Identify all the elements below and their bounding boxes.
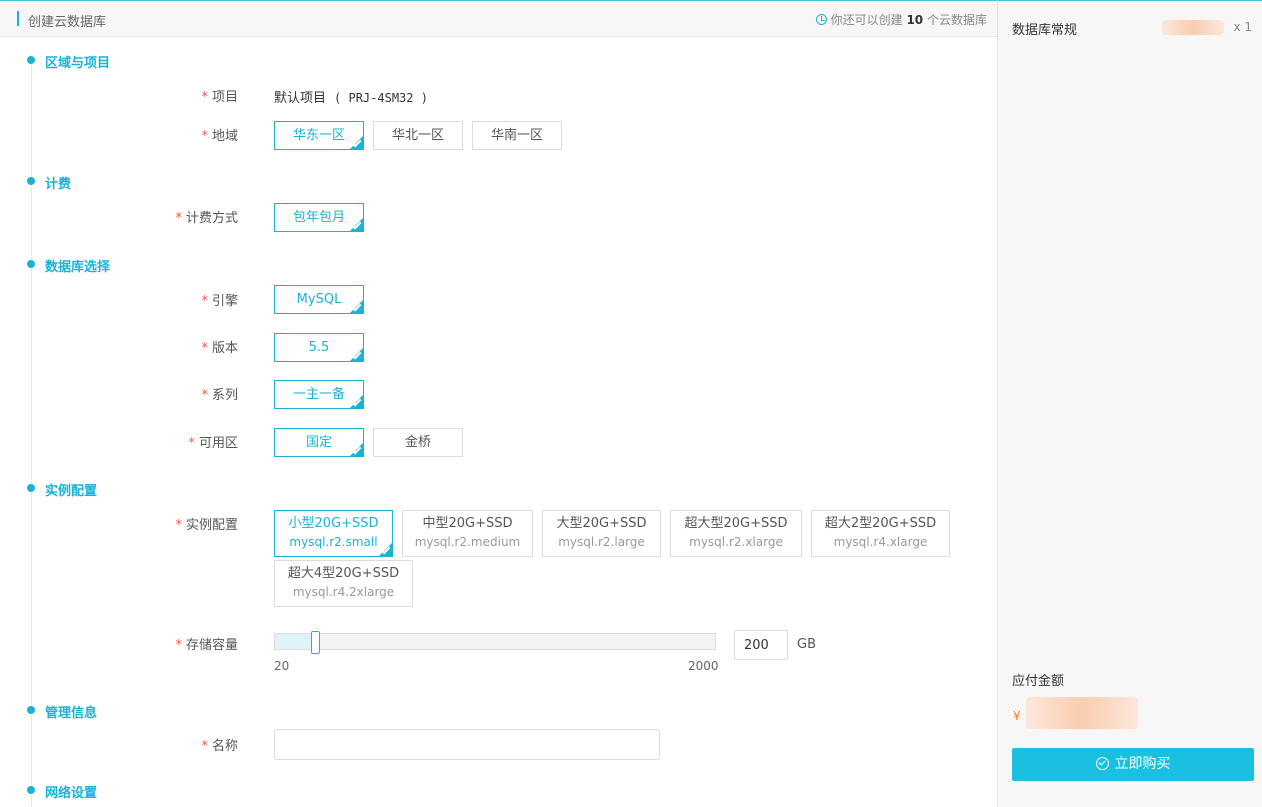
engine-label: * 引擎 [201, 294, 238, 309]
spec-quantity: x 1 [1233, 20, 1252, 34]
instance-option-xlarge[interactable]: 超大型20G+SSD mysql.r2.xlarge [670, 510, 802, 557]
instance-option-large[interactable]: 大型20G+SSD mysql.r2.large [542, 510, 661, 557]
region-option-east[interactable]: 华东一区 [274, 121, 364, 150]
instance-option-name: 中型20G+SSD [422, 516, 513, 531]
buy-now-label: 立即购买 [1114, 756, 1171, 772]
instance-option-name: 大型20G+SSD [556, 516, 647, 531]
storage-slider-fill [275, 634, 315, 649]
redacted-price [1026, 697, 1138, 729]
header-accent-bar [17, 11, 19, 26]
instance-option-name: 超大2型20G+SSD [824, 516, 937, 531]
section-title-management: 管理信息 [45, 706, 98, 721]
quota-suffix: 个云数据库 [926, 13, 987, 27]
section-title-region-project: 区域与项目 [45, 56, 111, 71]
zone-option-jinqiao[interactable]: 金桥 [373, 428, 463, 457]
instance-config-label: * 实例配置 [175, 518, 238, 533]
zone-label: * 可用区 [188, 436, 238, 451]
instance-option-name: 小型20G+SSD [288, 516, 379, 531]
section-dot [27, 786, 35, 794]
buy-icon [1095, 757, 1109, 770]
region-option-north[interactable]: 华北一区 [373, 121, 463, 150]
instance-option-name: 超大4型20G+SSD [287, 566, 400, 581]
zone-option-guoding[interactable]: 国定 [274, 428, 364, 457]
section-dot [27, 260, 35, 268]
quota-count: 10 [906, 13, 924, 27]
project-label: * 项目 [201, 90, 238, 105]
currency-symbol: ¥ [1013, 709, 1021, 723]
name-label: * 名称 [201, 739, 238, 754]
section-title-database: 数据库选择 [45, 260, 111, 275]
region-option-south[interactable]: 华南一区 [472, 121, 562, 150]
project-code: ( PRJ-4SM32 ) [334, 91, 428, 105]
series-label: * 系列 [201, 388, 238, 403]
section-title-instance: 实例配置 [45, 484, 98, 499]
region-label: * 地域 [201, 129, 238, 144]
project-value: 默认项目( PRJ-4SM32 ) [274, 91, 428, 106]
instance-option-code: mysql.r2.large [558, 535, 645, 549]
storage-slider[interactable] [274, 631, 716, 654]
section-dot [27, 56, 35, 64]
redacted-spec-value [1162, 20, 1224, 35]
quota-notice: 你还可以创建 10 个云数据库 [815, 11, 987, 28]
section-dot [27, 484, 35, 492]
storage-min: 20 [274, 659, 290, 673]
section-title-billing: 计费 [45, 177, 72, 192]
instance-option-code: mysql.r4.xlarge [833, 535, 928, 549]
billing-method-label: * 计费方式 [175, 211, 238, 226]
order-summary-sidebar: 数据库常规 x 1 应付金额 ¥ 立即购买 [997, 0, 1262, 807]
quota-prefix: 你还可以创建 [830, 13, 903, 27]
instance-option-r4-xlarge[interactable]: 超大2型20G+SSD mysql.r4.xlarge [811, 510, 950, 557]
name-input[interactable] [274, 729, 660, 760]
main-panel: 创建云数据库 你还可以创建 10 个云数据库 区域与项目 * 项目 默认项目( P… [0, 0, 997, 807]
storage-label: * 存储容量 [175, 638, 238, 653]
pay-label: 应付金额 [1012, 674, 1065, 689]
page-header: 创建云数据库 你还可以创建 10 个云数据库 [0, 1, 997, 37]
spec-label: 数据库常规 [1012, 23, 1078, 38]
series-option-master-standby[interactable]: 一主一备 [274, 380, 364, 409]
instance-option-r4-2xlarge[interactable]: 超大4型20G+SSD mysql.r4.2xlarge [274, 560, 413, 607]
page-title: 创建云数据库 [28, 15, 107, 30]
version-label: * 版本 [201, 341, 238, 356]
instance-option-name: 超大型20G+SSD [684, 516, 788, 531]
version-option-5-5[interactable]: 5.5 [274, 333, 364, 362]
storage-unit: GB [797, 637, 816, 652]
engine-option-mysql[interactable]: MySQL [274, 285, 364, 314]
storage-input[interactable] [734, 630, 788, 660]
clock-icon [815, 14, 827, 25]
instance-option-small[interactable]: 小型20G+SSD mysql.r2.small [274, 510, 393, 557]
instance-option-code: mysql.r2.xlarge [689, 535, 783, 549]
section-title-network: 网络设置 [45, 786, 98, 801]
section-dot [27, 706, 35, 714]
buy-now-button[interactable]: 立即购买 [1012, 748, 1254, 781]
instance-option-code: mysql.r4.2xlarge [292, 585, 395, 599]
storage-slider-handle[interactable] [311, 631, 320, 654]
instance-option-code: mysql.r2.medium [414, 535, 521, 549]
instance-option-code: mysql.r2.small [289, 535, 378, 549]
section-dot [27, 177, 35, 185]
instance-option-medium[interactable]: 中型20G+SSD mysql.r2.medium [402, 510, 533, 557]
storage-max: 2000 [688, 659, 719, 673]
billing-option-monthly[interactable]: 包年包月 [274, 203, 364, 232]
section-timeline [31, 59, 32, 807]
